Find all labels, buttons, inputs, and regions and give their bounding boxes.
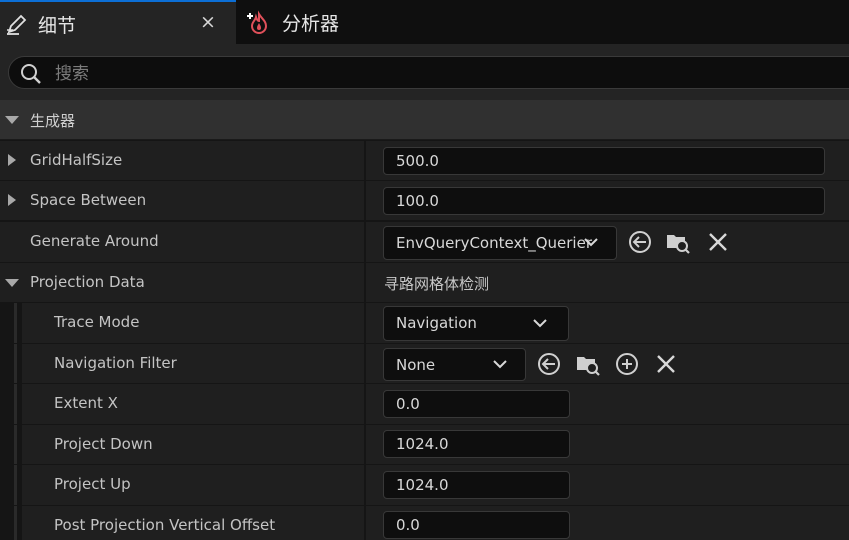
chevron-down-icon[interactable] [532,318,548,328]
clear-icon[interactable] [653,351,679,377]
grid-half-size-label: GridHalfSize [30,151,123,169]
column-splitter[interactable] [364,425,366,464]
row-extent-x: Extent X 0.0 [0,384,849,424]
row-projection-data: Projection Data 寻路网格体检测 [0,263,849,302]
column-splitter[interactable] [364,384,366,424]
collapse-arrow-icon[interactable] [5,116,19,124]
navigation-filter-value: None [396,356,436,374]
category-label: 生成器 [30,112,76,130]
search-icon [21,64,41,84]
trace-mode-value: Navigation [396,314,477,332]
column-splitter[interactable] [364,263,366,302]
row-grid-half-size: GridHalfSize 500.0 [0,141,849,180]
column-splitter[interactable] [364,222,366,262]
browse-asset-icon[interactable] [665,229,691,255]
projection-data-label: Projection Data [30,273,145,291]
column-splitter[interactable] [364,181,366,220]
pencil-icon [7,14,27,35]
add-icon[interactable] [614,351,640,377]
row-navigation-filter: Navigation Filter None [0,344,849,383]
indent-guide [0,506,22,540]
indent-guide [0,344,22,383]
post-projection-vertical-offset-field[interactable]: 0.0 [383,511,570,539]
column-splitter[interactable] [364,506,366,540]
row-space-between: Space Between 100.0 [0,181,849,220]
chevron-down-icon[interactable] [583,237,599,247]
navigation-filter-label: Navigation Filter [54,354,177,372]
clear-icon[interactable] [705,229,731,255]
row-project-up: Project Up 1024.0 [0,465,849,505]
generate-around-value: EnvQueryContext_Querier [396,234,592,252]
space-between-field[interactable]: 100.0 [383,187,825,215]
expand-arrow-icon[interactable] [8,154,16,166]
generate-around-label: Generate Around [30,232,159,250]
indent-guide [0,425,22,464]
indent-guide [0,384,22,424]
search-box[interactable] [8,56,849,89]
tab-profiler-label: 分析器 [282,13,340,35]
collapse-arrow-icon[interactable] [5,279,19,287]
browse-asset-icon[interactable] [575,351,601,377]
extent-x-label: Extent X [54,394,118,412]
project-down-field[interactable]: 1024.0 [383,430,570,458]
tab-details[interactable]: 细节 × [0,0,236,44]
generate-around-dropdown[interactable]: EnvQueryContext_Querier [383,226,617,260]
column-splitter[interactable] [364,141,366,180]
chevron-down-icon[interactable] [492,359,508,369]
project-up-field[interactable]: 1024.0 [383,471,570,499]
search-area [0,44,849,100]
project-down-label: Project Down [54,435,153,453]
category-header-generator[interactable]: 生成器 [0,100,849,140]
row-post-projection-vertical-offset: Post Projection Vertical Offset 0.0 [0,506,849,540]
tab-details-label: 细节 [38,15,77,37]
column-splitter[interactable] [364,303,366,343]
tab-bar: 细节 × 分析器 [0,0,849,44]
column-splitter[interactable] [364,344,366,383]
projection-data-value: 寻路网格体检测 [384,275,490,293]
tab-profiler[interactable]: 分析器 [240,0,360,44]
row-project-down: Project Down 1024.0 [0,425,849,464]
post-projection-vertical-offset-label: Post Projection Vertical Offset [54,516,276,534]
space-between-label: Space Between [30,191,147,209]
search-input[interactable] [53,61,757,87]
expand-arrow-icon[interactable] [8,194,16,206]
column-splitter[interactable] [364,465,366,505]
indent-guide [0,465,22,505]
grid-half-size-field[interactable]: 500.0 [383,147,825,175]
extent-x-field[interactable]: 0.0 [383,390,570,418]
indent-guide [0,303,22,343]
use-selected-icon[interactable] [536,351,562,377]
trace-mode-label: Trace Mode [54,313,140,331]
close-icon[interactable]: × [200,11,216,33]
row-generate-around: Generate Around EnvQueryContext_Querier [0,222,849,262]
row-trace-mode: Trace Mode Navigation [0,303,849,343]
profiler-icon [247,10,268,34]
use-selected-icon[interactable] [627,229,653,255]
project-up-label: Project Up [54,475,131,493]
